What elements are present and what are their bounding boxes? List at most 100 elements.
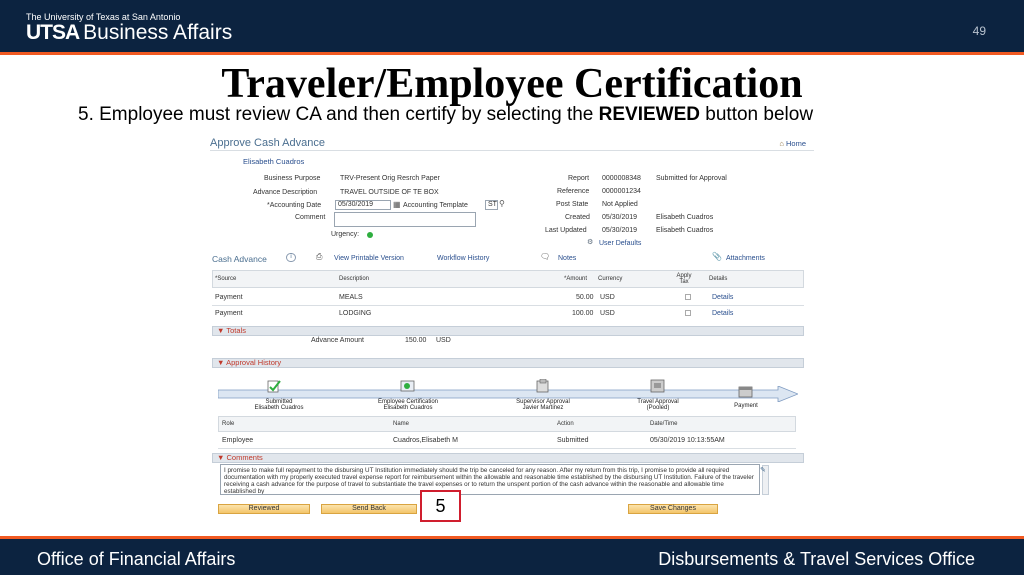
step-supervisor-approval: Supervisor Approval Javier Martinez bbox=[498, 399, 588, 411]
approval-row-datetime: 05/30/2019 10:13:55AM bbox=[650, 437, 725, 444]
step-travel-approval: Travel Approval (Pooled) bbox=[613, 399, 703, 411]
advance-description-value: TRAVEL OUTSIDE OF TE BOX bbox=[340, 189, 439, 196]
comment-textarea[interactable] bbox=[334, 212, 476, 227]
accounting-template-label: Accounting Template bbox=[403, 202, 468, 209]
row1-currency: USD bbox=[600, 294, 615, 301]
instruction-post: button below bbox=[700, 104, 814, 125]
step-submitted-name: Elisabeth Cuadros bbox=[254, 405, 304, 411]
cash-advance-label: Cash Advance bbox=[212, 254, 267, 264]
approval-row-divider bbox=[218, 448, 796, 449]
send-back-button[interactable]: Send Back bbox=[321, 504, 417, 514]
view-printable-link[interactable]: View Printable Version bbox=[334, 255, 404, 262]
notes-link[interactable]: Notes bbox=[558, 255, 576, 262]
approval-history-label: Approval History bbox=[226, 358, 282, 367]
col-action: Action bbox=[557, 421, 574, 427]
employee-certification-step-icon bbox=[400, 380, 415, 392]
step-payment-title: Payment bbox=[734, 403, 758, 409]
totals-label: Totals bbox=[226, 326, 246, 335]
col-source: *Source bbox=[215, 276, 237, 282]
step-submitted: Submitted Elisabeth Cuadros bbox=[234, 399, 324, 411]
col-datetime: Date/Time bbox=[650, 421, 678, 427]
home-icon: ⌂ bbox=[779, 139, 784, 148]
last-updated-date: 05/30/2019 bbox=[602, 227, 638, 234]
submitted-step-icon bbox=[267, 380, 281, 393]
row2-description: LODGING bbox=[339, 310, 372, 317]
row1-source: Payment bbox=[215, 294, 243, 301]
report-value: 0000008348 bbox=[602, 175, 641, 182]
user-defaults-icon: ⚙ bbox=[587, 239, 594, 246]
row2-apply-tax-checkbox[interactable] bbox=[685, 310, 691, 316]
attachments-link[interactable]: Attachments bbox=[726, 255, 765, 262]
row1-description: MEALS bbox=[339, 294, 363, 301]
step-travel-name: (Pooled) bbox=[646, 405, 670, 411]
footer-bar: Office of Financial Affairs Disbursement… bbox=[0, 539, 1024, 575]
reviewed-button[interactable]: Reviewed bbox=[218, 504, 310, 514]
travel-approval-step-icon bbox=[650, 379, 665, 393]
logo-text: Business Affairs bbox=[83, 21, 233, 44]
advance-amount-label: Advance Amount bbox=[311, 337, 364, 344]
approval-history-section-header[interactable]: ▼ Approval History bbox=[212, 358, 804, 368]
report-label: Report bbox=[568, 175, 590, 182]
step-cert-name: Elisabeth Cuadros bbox=[383, 405, 433, 411]
employee-name-link[interactable]: Elisabeth Cuadros bbox=[243, 157, 304, 166]
notes-icon[interactable]: 🗨 bbox=[540, 252, 550, 261]
report-status: Submitted for Approval bbox=[656, 175, 727, 182]
row1-apply-tax-checkbox[interactable] bbox=[685, 294, 691, 300]
last-updated-label: Last Updated bbox=[545, 227, 587, 234]
title-divider bbox=[210, 150, 814, 151]
payment-step-icon bbox=[738, 386, 753, 398]
slide-title: Traveler/Employee Certification bbox=[221, 61, 803, 107]
created-date: 05/30/2019 bbox=[602, 214, 638, 221]
post-state-label: Post State bbox=[556, 201, 589, 208]
comments-label: Comments bbox=[226, 453, 263, 462]
advance-amount-value: 150.00 bbox=[405, 337, 427, 344]
step-payment: Payment bbox=[701, 403, 791, 409]
comments-section-header[interactable]: ▼ Comments bbox=[212, 453, 804, 463]
printer-icon[interactable]: ⎙ bbox=[316, 252, 322, 262]
created-label: Created bbox=[565, 214, 590, 221]
logo-bold: UTSA bbox=[26, 21, 80, 44]
info-icon[interactable]: i bbox=[286, 253, 296, 262]
created-by: Elisabeth Cuadros bbox=[656, 214, 714, 221]
page-title: Approve Cash Advance bbox=[210, 137, 325, 149]
app-screenshot: Approve Cash Advance ⌂ Home Elisabeth Cu… bbox=[208, 134, 816, 520]
calendar-icon[interactable]: ▦ bbox=[393, 200, 401, 209]
slide-instruction: 5. Employee must review CA and then cert… bbox=[78, 104, 813, 126]
footer-right-text: Disbursements & Travel Services Office bbox=[658, 549, 975, 569]
col-apply-tax: Apply Tax bbox=[676, 273, 692, 285]
advance-description-label: Advance Description bbox=[253, 189, 318, 196]
step-callout: 5 bbox=[420, 490, 461, 522]
urgency-green-icon bbox=[367, 232, 373, 238]
save-changes-button[interactable]: Save Changes bbox=[628, 504, 718, 514]
col-details: Details bbox=[709, 276, 728, 282]
home-link[interactable]: ⌂ Home bbox=[779, 139, 806, 148]
col-name: Name bbox=[393, 421, 410, 427]
instruction-pre: 5. Employee must review CA and then cert… bbox=[78, 104, 599, 125]
supervisor-approval-step-icon bbox=[536, 379, 549, 393]
accounting-template-input[interactable]: ST bbox=[485, 200, 498, 210]
accounting-date-label: *Accounting Date bbox=[267, 202, 322, 209]
workflow-history-link[interactable]: Workflow History bbox=[437, 255, 489, 262]
last-updated-by: Elisabeth Cuadros bbox=[656, 227, 714, 234]
totals-section-header[interactable]: ▼ Totals bbox=[212, 326, 804, 336]
row1-details-link[interactable]: Details bbox=[712, 294, 733, 301]
comments-textarea[interactable]: I promise to make full repayment to the … bbox=[220, 464, 760, 495]
attachment-icon[interactable]: 📎 bbox=[712, 252, 722, 261]
spellcheck-icon[interactable]: ✎ bbox=[760, 466, 766, 474]
row2-amount: 100.00 bbox=[572, 310, 594, 317]
approval-row-name: Cuadros,Elisabeth M bbox=[393, 437, 458, 444]
business-purpose-value: TRV-Present Orig Resrch Paper bbox=[340, 175, 440, 182]
lookup-search-icon[interactable]: ⚲ bbox=[499, 199, 505, 208]
col-amount: *Amount bbox=[564, 276, 588, 282]
comment-label: Comment bbox=[295, 214, 326, 221]
advance-amount-currency: USD bbox=[436, 337, 451, 344]
reference-label: Reference bbox=[557, 188, 590, 195]
approval-row-role: Employee bbox=[222, 437, 254, 444]
accounting-date-input[interactable]: 05/30/2019 bbox=[335, 200, 391, 210]
home-link-label: Home bbox=[785, 139, 806, 148]
instruction-bold: REVIEWED bbox=[598, 104, 701, 125]
row-divider bbox=[212, 305, 804, 306]
row2-details-link[interactable]: Details bbox=[712, 310, 733, 317]
user-defaults-link[interactable]: User Defaults bbox=[599, 240, 641, 247]
row1-amount: 50.00 bbox=[576, 294, 594, 301]
